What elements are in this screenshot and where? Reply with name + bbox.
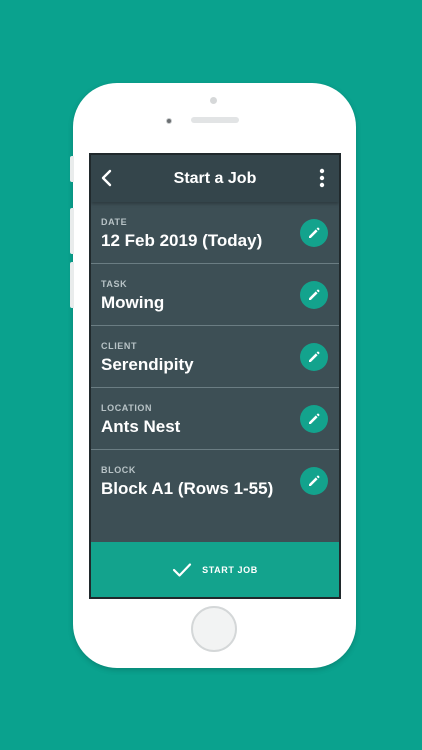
mute-switch [70, 156, 74, 182]
job-field-list: DATE 12 Feb 2019 (Today) TASK Mowing CLI… [91, 202, 339, 511]
start-job-label: START JOB [202, 564, 258, 575]
field-label: TASK [101, 279, 128, 289]
edit-block-button[interactable] [300, 467, 328, 495]
field-row-task[interactable]: TASK Mowing [91, 264, 339, 326]
app-screen: Start a Job DATE 12 Feb 2019 (Today) TAS… [89, 153, 341, 599]
edit-location-button[interactable] [300, 405, 328, 433]
volume-down-button [70, 262, 74, 308]
field-label: LOCATION [101, 403, 153, 413]
front-camera [210, 97, 217, 104]
pencil-icon [309, 475, 320, 486]
pencil-icon [309, 413, 320, 424]
field-value: Ants Nest [101, 417, 181, 436]
edit-date-button[interactable] [300, 219, 328, 247]
app-bar: Start a Job [91, 155, 339, 202]
field-value: Serendipity [101, 355, 194, 374]
volume-up-button [70, 208, 74, 254]
field-label: CLIENT [101, 341, 138, 351]
pencil-icon [309, 227, 320, 238]
pencil-icon [309, 289, 320, 300]
field-row-location[interactable]: LOCATION Ants Nest [91, 388, 339, 450]
field-label: DATE [101, 217, 128, 227]
field-value: Mowing [101, 293, 165, 312]
more-vertical-icon[interactable] [319, 168, 325, 188]
app-store-screenshot: { "app_bar": { "title": "Start a Job", "… [0, 0, 422, 750]
check-icon [173, 562, 192, 577]
page-title: Start a Job [173, 170, 257, 187]
field-row-client[interactable]: CLIENT Serendipity [91, 326, 339, 388]
proximity-sensor [166, 118, 172, 124]
field-value: Block A1 (Rows 1-55) [101, 479, 274, 498]
field-row-block[interactable]: BLOCK Block A1 (Rows 1-55) [91, 450, 339, 511]
field-label: BLOCK [101, 465, 136, 475]
field-row-date[interactable]: DATE 12 Feb 2019 (Today) [91, 202, 339, 264]
start-job-button[interactable]: START JOB [91, 542, 339, 597]
chevron-left-icon[interactable] [99, 169, 115, 187]
edit-task-button[interactable] [300, 281, 328, 309]
field-value: 12 Feb 2019 (Today) [101, 231, 263, 250]
pencil-icon [309, 351, 320, 362]
home-button[interactable] [191, 606, 237, 652]
earpiece-speaker [191, 117, 239, 123]
edit-client-button[interactable] [300, 343, 328, 371]
